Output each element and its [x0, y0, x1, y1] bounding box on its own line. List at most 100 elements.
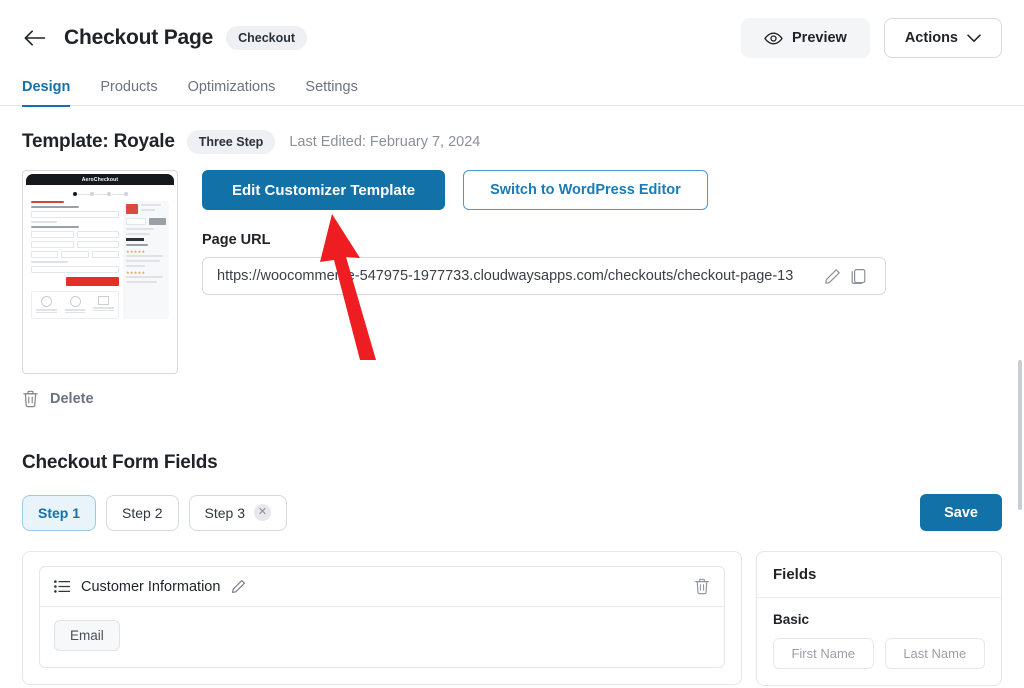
- thumbnail-line: [126, 260, 160, 262]
- thumbnail-input: [31, 211, 119, 218]
- step-tab-1[interactable]: Step 1: [22, 494, 97, 531]
- thumbnail-line: [126, 244, 148, 246]
- thumbnail-line: [126, 276, 163, 278]
- page-url-label: Page URL: [202, 232, 271, 248]
- template-header: Template: Royale Three Step Last Edited:…: [22, 130, 1002, 154]
- template-controls: Edit Customizer Template Switch to WordP…: [202, 170, 1002, 374]
- page-url-value: https://woocommerce-547975-1977733.cloud…: [217, 268, 794, 284]
- thumbnail-step-dot: [123, 192, 128, 196]
- fields-editor: Customer Information Email Fields Basic …: [22, 551, 1002, 686]
- edit-customizer-template-button[interactable]: Edit Customizer Template: [202, 170, 446, 210]
- app-root: Checkout Page Checkout Preview Actions D…: [0, 0, 1024, 688]
- pencil-icon[interactable]: [819, 268, 845, 285]
- template-type-badge: Three Step: [186, 130, 276, 154]
- field-group-header: Customer Information: [40, 567, 724, 607]
- thumbnail-line: [31, 226, 80, 228]
- preview-button[interactable]: Preview: [741, 18, 870, 58]
- tab-design[interactable]: Design: [22, 79, 71, 107]
- thumbnail-input: [31, 266, 119, 273]
- template-body: AeroCheckout ★★★★★ ★★★★★ Edit Customizer…: [22, 170, 1002, 374]
- tab-products[interactable]: Products: [100, 79, 157, 107]
- field-group-body: Email: [40, 607, 724, 667]
- save-button[interactable]: Save: [920, 494, 1002, 531]
- eye-icon: [764, 32, 783, 45]
- thumbnail-stars: ★★★★★: [126, 270, 146, 275]
- thumbnail-input-row: [31, 251, 119, 258]
- template-thumbnail[interactable]: AeroCheckout ★★★★★ ★★★★★: [22, 170, 178, 374]
- thumbnail-line: [126, 265, 146, 267]
- thumbnail-form-column: [31, 201, 119, 319]
- step-tab-3-label: Step 3: [204, 504, 245, 521]
- delete-template-button[interactable]: Delete: [22, 390, 94, 408]
- switch-to-wordpress-editor-button[interactable]: Switch to WordPress Editor: [463, 170, 708, 210]
- trash-icon: [22, 390, 39, 408]
- field-chip-last-name[interactable]: Last Name: [884, 638, 985, 669]
- template-section: Template: Royale Three Step Last Edited:…: [0, 130, 1024, 686]
- last-edited-text: Last Edited: February 7, 2024: [289, 134, 481, 150]
- thumbnail-logo: AeroCheckout: [81, 176, 119, 183]
- thumbnail-line: [126, 228, 154, 230]
- thumbnail-coupon-row: [126, 218, 166, 225]
- field-group-card: Customer Information Email: [39, 566, 725, 668]
- field-chip-first-name[interactable]: First Name: [773, 638, 874, 669]
- page-scrollbar-thumb[interactable]: [1018, 360, 1022, 510]
- thumbnail-steps: [26, 185, 174, 201]
- fields-panel-group-basic-label: Basic: [773, 612, 810, 627]
- tab-optimizations[interactable]: Optimizations: [188, 79, 276, 107]
- arrow-left-icon[interactable]: [22, 25, 48, 51]
- thumbnail-step-dot: [106, 192, 125, 196]
- thumbnail-cta-button: [66, 277, 119, 286]
- template-title: Template: Royale: [22, 131, 175, 152]
- delete-label: Delete: [50, 391, 94, 407]
- template-thumbnail-inner: AeroCheckout ★★★★★ ★★★★★: [26, 174, 174, 370]
- step-tab-2[interactable]: Step 2: [106, 494, 179, 531]
- thumbnail-line: [31, 201, 65, 203]
- thumbnail-line: [31, 206, 80, 208]
- step-tab-1-label: Step 1: [38, 504, 81, 521]
- thumbnail-input-row: [31, 241, 119, 248]
- thumbnail-step-dot: [89, 192, 108, 196]
- tab-settings[interactable]: Settings: [305, 79, 357, 107]
- close-icon[interactable]: ✕: [253, 504, 271, 521]
- thumbnail-line: [126, 281, 158, 283]
- thumbnail-line: [31, 261, 68, 263]
- page-header: Checkout Page Checkout Preview Actions: [0, 0, 1024, 62]
- fields-canvas: Customer Information Email: [22, 551, 742, 685]
- list-icon[interactable]: [54, 580, 70, 593]
- thumbnail-step-dot: [72, 192, 91, 196]
- step-tab-3[interactable]: Step 3 ✕: [188, 494, 287, 531]
- fields-panel-body: Basic First Name Last Name: [757, 598, 1001, 685]
- thumbnail-line: [31, 221, 58, 223]
- steps-row: Step 1 Step 2 Step 3 ✕ Save: [22, 494, 1002, 531]
- thumbnail-product: [126, 204, 166, 214]
- actions-button[interactable]: Actions: [883, 18, 1002, 58]
- copy-icon[interactable]: [845, 268, 871, 285]
- fields-panel-chip-row: First Name Last Name: [773, 638, 985, 669]
- field-group-title: Customer Information: [81, 578, 221, 595]
- pencil-icon[interactable]: [231, 579, 246, 594]
- fields-panel: Fields Basic First Name Last Name: [756, 551, 1002, 686]
- page-scrollbar-track[interactable]: [1018, 0, 1023, 688]
- thumbnail-line: [126, 233, 150, 235]
- actions-button-label: Actions: [904, 30, 958, 46]
- thumbnail-total: [126, 238, 144, 241]
- status-badge: Checkout: [226, 26, 308, 50]
- thumbnail-summary-column: ★★★★★ ★★★★★: [123, 201, 169, 319]
- trash-icon[interactable]: [694, 578, 710, 595]
- page-title: Checkout Page: [64, 26, 214, 49]
- thumbnail-trust-icons: [31, 291, 119, 319]
- checkout-form-fields-title: Checkout Form Fields: [22, 452, 218, 473]
- page-url-field[interactable]: https://woocommerce-547975-1977733.cloud…: [202, 257, 886, 295]
- tab-bar: Design Products Optimizations Settings: [0, 62, 1024, 107]
- field-chip-email[interactable]: Email: [54, 620, 120, 651]
- thumbnail-line: [126, 255, 163, 257]
- template-button-row: Edit Customizer Template Switch to WordP…: [202, 170, 1002, 210]
- thumbnail-columns: ★★★★★ ★★★★★: [26, 201, 174, 319]
- thumbnail-input-row: [31, 231, 119, 238]
- step-tab-2-label: Step 2: [122, 504, 163, 521]
- chevron-down-icon: [967, 33, 981, 43]
- fields-panel-title: Fields: [757, 552, 1001, 598]
- thumbnail-stars: ★★★★★: [126, 249, 146, 254]
- thumbnail-topbar: AeroCheckout: [26, 174, 174, 185]
- preview-button-label: Preview: [792, 30, 847, 46]
